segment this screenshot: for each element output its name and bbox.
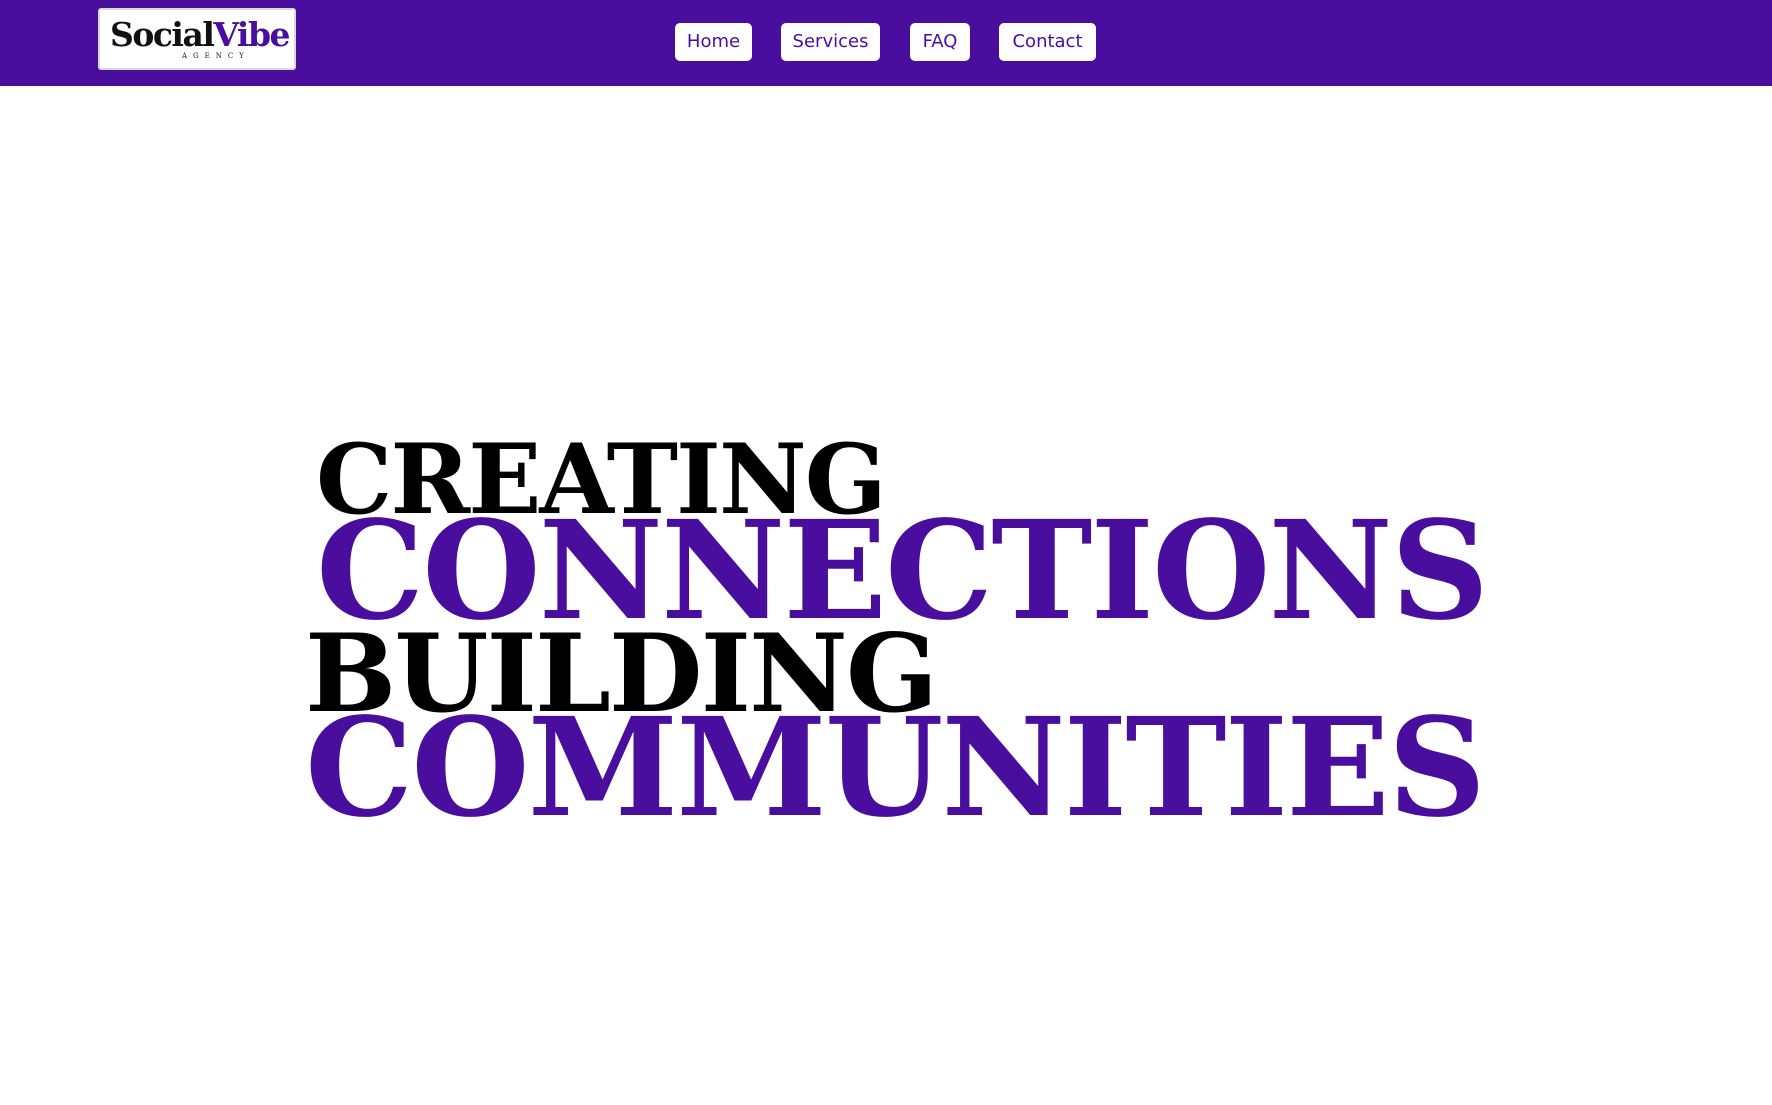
logo-tagline: AGENCY — [182, 52, 250, 60]
logo-primary-text: Social — [110, 15, 215, 54]
nav-faq-button[interactable]: FAQ — [910, 23, 970, 61]
logo-accent-text: Vibe — [213, 15, 290, 54]
logo-wordmark: SocialVibe — [110, 15, 291, 55]
top-navbar: SocialVibe AGENCY Home Services FAQ Cont… — [0, 0, 1772, 86]
nav-home-button[interactable]: Home — [675, 23, 752, 61]
nav-contact-button[interactable]: Contact — [999, 23, 1096, 61]
hero-line-communities: COMMUNITIES — [305, 688, 1486, 848]
logo[interactable]: SocialVibe AGENCY — [98, 8, 296, 70]
nav-services-button[interactable]: Services — [781, 23, 880, 61]
